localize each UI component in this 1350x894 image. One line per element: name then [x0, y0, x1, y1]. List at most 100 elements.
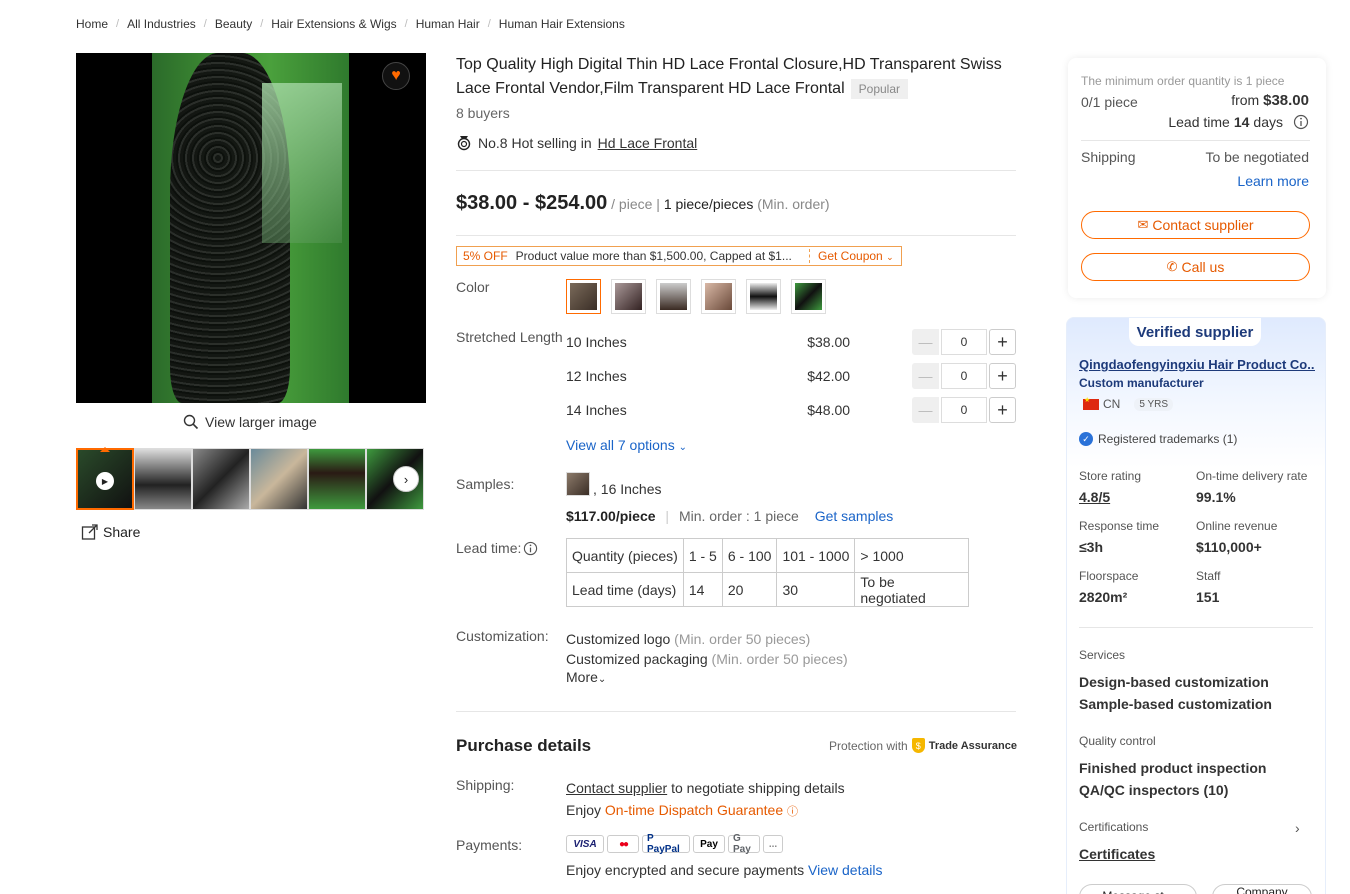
breadcrumb-home[interactable]: Home: [76, 17, 108, 31]
thumbnail-video[interactable]: ▶: [76, 447, 134, 510]
lead-prefix: Lead time: [1168, 114, 1230, 130]
view-all-options-link[interactable]: View all 7 options ⌄: [566, 437, 687, 453]
get-samples-link[interactable]: Get samples: [815, 508, 894, 524]
lead-suffix: days: [1253, 114, 1283, 130]
supplier-name-link[interactable]: Qingdaofengyingxiu Hair Product Co...: [1079, 357, 1315, 372]
lead-time-summary: Lead time 14 days: [1168, 114, 1309, 130]
info-icon[interactable]: ⓘ: [787, 806, 798, 818]
services-label: Services: [1079, 648, 1126, 662]
from-label: from: [1231, 92, 1260, 108]
info-icon[interactable]: [523, 541, 538, 556]
service-item: Sample-based customization: [1079, 696, 1272, 712]
trade-assurance-badge[interactable]: Protection with $ Trade Assurance: [829, 738, 1017, 753]
color-swatch-selected[interactable]: [566, 279, 601, 314]
color-swatch[interactable]: [656, 279, 691, 314]
share-button[interactable]: Share: [81, 523, 140, 541]
color-swatch[interactable]: [701, 279, 736, 314]
color-swatch[interactable]: [746, 279, 781, 314]
quantity-input[interactable]: 0: [941, 397, 987, 423]
trade-assurance-label: Trade Assurance: [928, 739, 1017, 752]
company-profile-button[interactable]: Company: [1212, 884, 1312, 894]
contact-supplier-button[interactable]: ✉ Contact supplier: [1081, 211, 1310, 239]
quantity-stepper: — 0 +: [912, 397, 1016, 423]
view-larger-image-link[interactable]: View larger image: [183, 414, 317, 430]
certificates-link[interactable]: Certificates: [1079, 846, 1155, 862]
coupon-text: Product value more than $1,500.00, Cappe…: [515, 249, 792, 263]
table-cell: Lead time (days): [566, 572, 684, 607]
lead-time-label: Lead time:: [456, 540, 538, 556]
breadcrumb-human-hair-extensions[interactable]: Human Hair Extensions: [499, 17, 625, 31]
registered-trademarks[interactable]: ✓ Registered trademarks (1): [1079, 432, 1237, 446]
table-cell: 14: [682, 572, 723, 607]
view-larger-label: View larger image: [205, 414, 317, 430]
breadcrumb-beauty[interactable]: Beauty: [215, 17, 252, 31]
china-flag-icon: [1083, 396, 1099, 410]
verified-check-icon: ✓: [1079, 432, 1093, 446]
floorspace-value: 2820m²: [1079, 589, 1128, 605]
hot-selling-prefix: No.8 Hot selling in: [478, 135, 592, 151]
thumbnail-next-chevron-icon[interactable]: ›: [393, 466, 419, 492]
staff-value: 151: [1196, 589, 1220, 605]
table-cell: To be negotiated: [854, 572, 970, 607]
decrease-button[interactable]: —: [912, 363, 939, 389]
quantity-input[interactable]: 0: [941, 363, 987, 389]
breadcrumb-hair-extensions-wigs[interactable]: Hair Extensions & Wigs: [271, 17, 396, 31]
store-rating-value[interactable]: 4.8/5: [1079, 489, 1110, 505]
decrease-button[interactable]: —: [912, 397, 939, 423]
table-cell: 1 - 5: [682, 538, 723, 573]
secure-text: Enjoy encrypted and secure payments: [566, 862, 805, 878]
color-swatch[interactable]: [611, 279, 646, 314]
shipping-details: Contact supplier to negotiate shipping d…: [566, 777, 845, 823]
breadcrumb-human-hair[interactable]: Human Hair: [416, 17, 480, 31]
chevron-right-icon[interactable]: ›: [1295, 820, 1300, 836]
more-payments-icon[interactable]: ...: [763, 835, 783, 853]
breadcrumb-separator: /: [487, 18, 491, 30]
sample-price: $117.00/piece: [566, 508, 656, 524]
increase-button[interactable]: +: [989, 363, 1016, 389]
verified-supplier-badge: Verified supplier: [1129, 318, 1261, 346]
hot-selling-category-link[interactable]: Hd Lace Frontal: [598, 135, 698, 151]
table-cell: Quantity (pieces): [566, 538, 684, 573]
customization-item: Customized logo (Min. order 50 pieces): [566, 629, 848, 649]
quantity-stepper: — 0 +: [912, 363, 1016, 389]
learn-more-link[interactable]: Learn more: [1237, 173, 1309, 189]
thumbnail[interactable]: [250, 448, 308, 510]
view-details-link[interactable]: View details: [808, 862, 882, 878]
magnifier-icon: [183, 414, 199, 430]
get-coupon-button[interactable]: Get Coupon ⌄: [809, 249, 901, 263]
thumbnail[interactable]: [308, 448, 366, 510]
selected-count: 0/1 piece: [1081, 94, 1138, 110]
response-time-label: Response time: [1079, 519, 1160, 533]
increase-button[interactable]: +: [989, 397, 1016, 423]
hot-selling-rank: No.8 Hot selling in Hd Lace Frontal: [456, 135, 697, 151]
quantity-input[interactable]: 0: [941, 329, 987, 355]
dispatch-guarantee-link[interactable]: On-time Dispatch Guarantee: [605, 802, 783, 818]
separator: |: [665, 508, 670, 524]
view-all-label: View all 7 options: [566, 437, 675, 453]
favorite-heart-icon[interactable]: ♥: [382, 62, 410, 90]
years-badge: 5 YRS: [1134, 397, 1174, 411]
breadcrumb-all-industries[interactable]: All Industries: [127, 17, 196, 31]
sample-size: , 16 Inches: [593, 481, 662, 497]
increase-button[interactable]: +: [989, 329, 1016, 355]
more-button[interactable]: More⌄: [566, 667, 848, 690]
thumbnail[interactable]: [192, 448, 250, 510]
length-price: $48.00: [807, 402, 851, 418]
customization-options: Customized logo (Min. order 50 pieces) C…: [566, 629, 848, 690]
main-product-image[interactable]: [76, 53, 426, 403]
decrease-button[interactable]: —: [912, 329, 939, 355]
message-supplier-button[interactable]: Message st...: [1079, 884, 1197, 894]
customization-item: Customized packaging (Min. order 50 piec…: [566, 649, 848, 669]
info-icon[interactable]: [1293, 114, 1309, 130]
more-label: More: [566, 669, 598, 685]
staff-label: Staff: [1196, 569, 1221, 583]
divider: [1081, 140, 1310, 141]
contact-supplier-link[interactable]: Contact supplier: [566, 780, 667, 796]
color-swatch[interactable]: [791, 279, 826, 314]
qc-item: QA/QC inspectors (10): [1079, 782, 1229, 798]
supplier-type: Custom manufacturer: [1079, 376, 1204, 390]
call-us-button[interactable]: ✆ Call us: [1081, 253, 1310, 281]
shipping-value: To be negotiated: [1205, 149, 1309, 165]
thumbnail[interactable]: [134, 448, 192, 510]
table-cell: 6 - 100: [721, 538, 778, 573]
